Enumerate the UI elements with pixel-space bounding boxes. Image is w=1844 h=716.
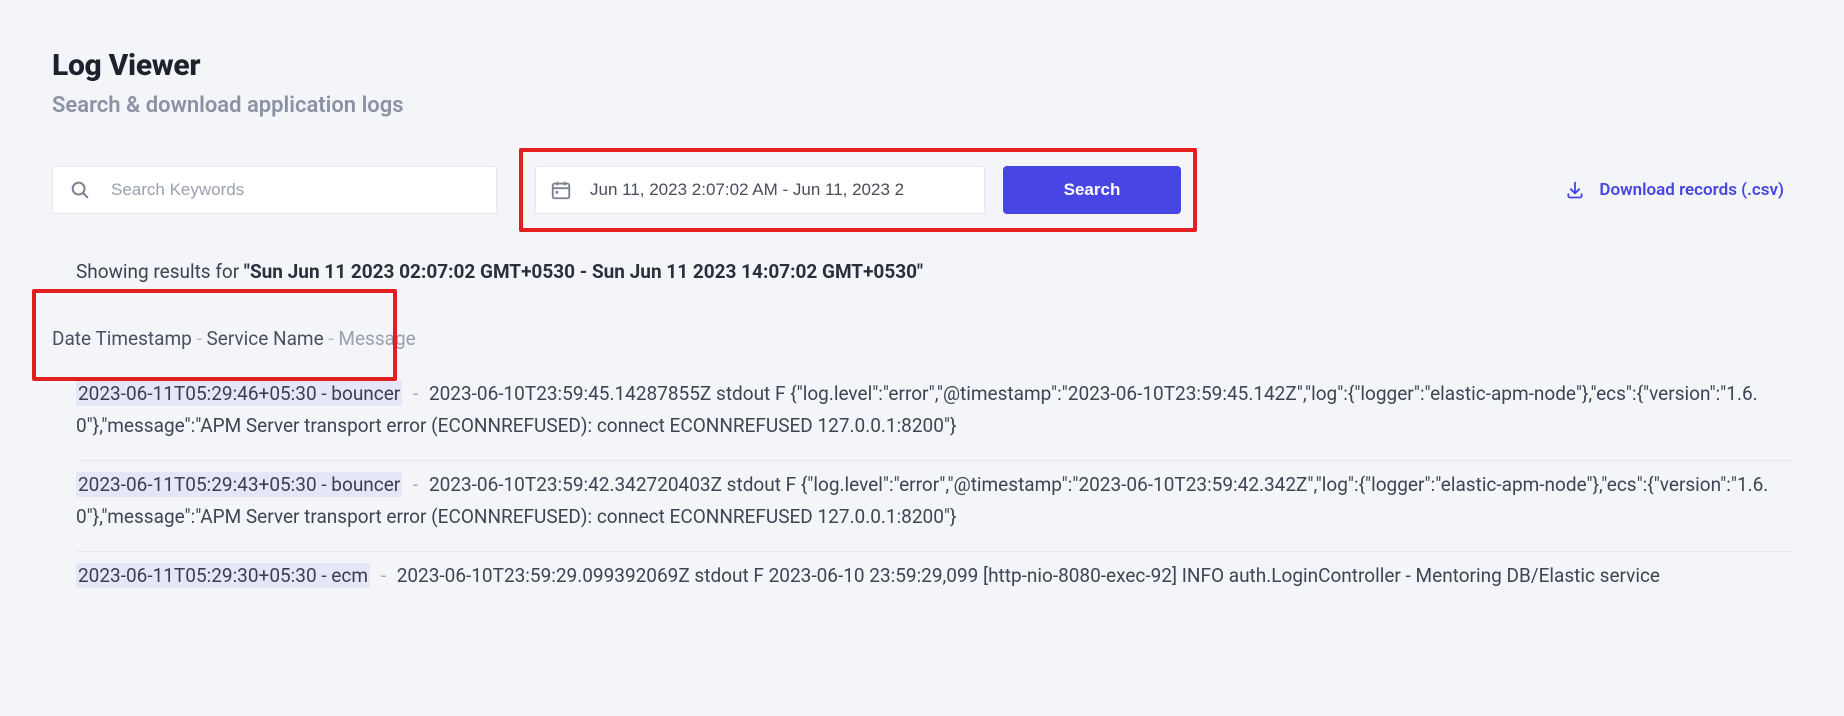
results-showing: Showing results for "Sun Jun 11 2023 02:…: [76, 260, 1792, 283]
log-sep: -: [408, 473, 423, 496]
log-prefix: 2023-06-11T05:29:30+05:30 - ecm: [76, 563, 370, 588]
calendar-icon: [550, 179, 572, 201]
search-icon: [69, 179, 91, 201]
download-label: Download records (.csv): [1599, 180, 1784, 200]
log-row: 2023-06-11T05:29:30+05:30 - ecm - 2023-0…: [76, 552, 1792, 610]
log-sep: -: [408, 382, 423, 405]
col-timestamp: Date Timestamp: [52, 327, 192, 350]
log-row: 2023-06-11T05:29:46+05:30 - bouncer - 20…: [76, 370, 1792, 461]
daterange-highlight-frame: Search: [519, 148, 1197, 232]
log-message: 2023-06-10T23:59:29.099392069Z stdout F …: [397, 564, 1660, 587]
page-subtitle: Search & download application logs: [52, 93, 1792, 118]
col-message: Message: [338, 327, 415, 350]
col-sep-2: -: [328, 327, 338, 350]
log-entries: 2023-06-11T05:29:46+05:30 - bouncer - 20…: [76, 370, 1792, 610]
results-header-highlight: Date Timestamp - Service Name - Message: [32, 291, 416, 350]
controls-row: Search Download records (.csv): [52, 148, 1792, 232]
results-range-text: "Sun Jun 11 2023 02:07:02 GMT+0530 - Sun…: [244, 260, 923, 283]
log-sep: -: [376, 564, 391, 587]
col-sep-1: -: [197, 327, 207, 350]
results-showing-prefix: Showing results for: [76, 260, 244, 283]
search-button[interactable]: Search: [1003, 166, 1181, 214]
date-range-wrap: [535, 166, 985, 214]
results-columns-header: Date Timestamp - Service Name - Message: [52, 327, 416, 350]
log-viewer-page: Log Viewer Search & download application…: [0, 0, 1844, 610]
download-csv-link[interactable]: Download records (.csv): [1565, 180, 1792, 200]
page-title: Log Viewer: [52, 48, 1792, 83]
log-prefix: 2023-06-11T05:29:46+05:30 - bouncer: [76, 381, 402, 406]
search-keywords-input[interactable]: [111, 180, 480, 200]
col-service: Service Name: [207, 327, 324, 350]
download-icon: [1565, 180, 1585, 200]
date-range-input[interactable]: [590, 180, 970, 200]
log-prefix: 2023-06-11T05:29:43+05:30 - bouncer: [76, 472, 402, 497]
log-row: 2023-06-11T05:29:43+05:30 - bouncer - 20…: [76, 461, 1792, 552]
search-keywords-wrap: [52, 166, 497, 214]
